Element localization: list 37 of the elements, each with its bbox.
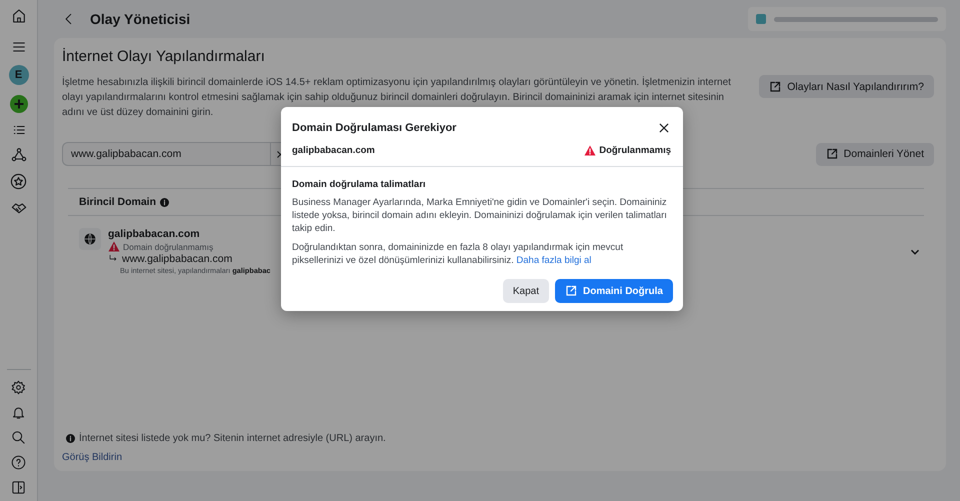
create-icon[interactable] [10, 95, 28, 113]
verification-status: Doğrulanmamış [599, 145, 671, 156]
close-button[interactable] [657, 121, 671, 135]
dialog-domain: galipbabacan.com [292, 145, 375, 156]
settings-icon [11, 380, 26, 395]
bell-icon [11, 405, 26, 420]
column-header: Birincil Domain [79, 196, 156, 208]
help-button[interactable]: Olayları Nasıl Yapılandırırım? [759, 75, 934, 98]
feedback-link[interactable]: Görüş Bildirin [62, 452, 122, 463]
domain-name: galipbabacan.com [108, 228, 200, 240]
external-link-icon [826, 148, 838, 160]
search-field[interactable]: www.galipbabacan.com [62, 142, 270, 166]
page-title: Olay Yöneticisi [90, 11, 190, 27]
info-icon [160, 198, 170, 206]
network-icon [10, 147, 26, 163]
close-icon [657, 121, 671, 135]
info-icon [66, 434, 75, 443]
manage-domains-button[interactable]: Domainleri Yönet [816, 142, 934, 166]
external-link-icon [564, 285, 577, 297]
close-dialog-button[interactable]: Kapat [502, 279, 549, 303]
status-text: Domain doğrulanmamış [123, 242, 214, 252]
instructions-title: Domain doğrulama talimatları [292, 179, 427, 190]
subdomain-name: www.galipbabacan.com [122, 253, 232, 265]
help-icon [11, 455, 26, 470]
footer-note: İnternet sitesi listede yok mu? Sitenin internet adresiyle (URL) arayın. [79, 433, 386, 444]
section-title: İnternet Olayı Yapılandırmaları [62, 48, 266, 65]
description-text: İşletme hesabınızla ilişkili birincil domainlerde iOS 14.5+ reklam optimizasyonu için yapılandırılmış olayları görüntüleyin ve yönetin. İşletmenizin internet olayı yapılandırmalarını kontrol etmesini sağlamak için sahip olduğunuz birincil domainleri doğrulayın. Birincil domaininizi aramak için internet sitesinin adını ve üst düzey domainini girin. [62, 75, 732, 120]
learn-more-link[interactable]: Daha fazla bilgi al [516, 255, 592, 266]
panel-toggle-icon [11, 480, 26, 495]
instructions-text: Business Manager Ayarlarında, Marka Emniyeti'ne gidin ve Domainler'i seçin. Domaininiz listede yoksa, birincil domain adını ekleyin. Domaininizi doğrulamak için verilen talimatları takip edin. [292, 196, 668, 235]
account-avatar[interactable]: E [8, 65, 28, 85]
dialog-title: Domain Doğrulaması Gerekiyor [292, 122, 456, 134]
search-icon [11, 430, 26, 445]
instructions-text: Doğrulandıktan sonra, domaininizde en fazla 8 olayı yapılandırmak için mevcut piksellerinizi ve özel dönüşümlerinizi kullanabilirsiniz. Daha fazla bilgi al [292, 241, 624, 267]
list-icon [12, 123, 26, 137]
verify-domain-button[interactable]: Domaini Doğrula [554, 279, 673, 303]
external-link-icon [769, 80, 782, 92]
